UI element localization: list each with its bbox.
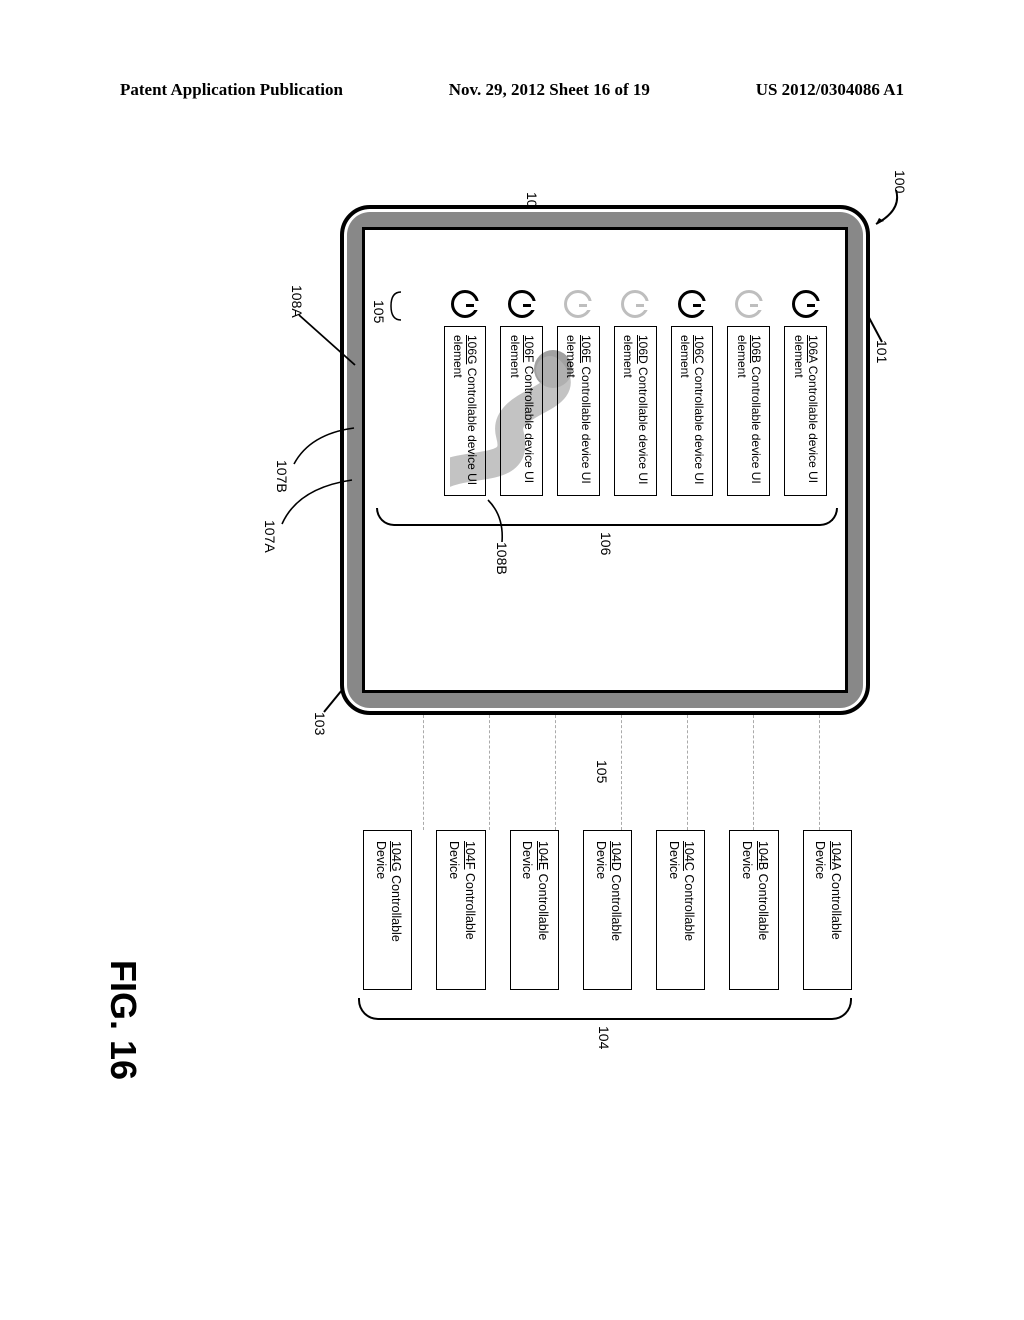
ui-element-box[interactable]: 106E Controllable device UI element <box>557 326 600 496</box>
power-icon[interactable] <box>451 290 479 318</box>
ui-element-box[interactable]: 106F Controllable device UI element <box>500 326 543 496</box>
ui-element-box[interactable]: 106B Controllable device UI element <box>727 326 770 496</box>
ui-element-box[interactable]: 106A Controllable device UI element <box>784 326 827 496</box>
callout-105-inside: 105 <box>371 292 387 315</box>
brace-104 <box>358 998 852 1020</box>
callout-100: 100 <box>892 170 908 193</box>
device-box: 104D Controllable Device <box>583 830 632 990</box>
device-ref: 104A <box>829 841 843 870</box>
power-icon[interactable] <box>735 290 763 318</box>
ui-element-ref: 106G <box>465 335 479 364</box>
ui-element-row[interactable]: 106A Controllable device UI element <box>784 290 827 540</box>
header-left: Patent Application Publication <box>120 80 343 100</box>
callout-108B: 108B <box>494 542 510 575</box>
callout-107A: 107A <box>262 520 278 553</box>
callout-105-links: 105 <box>594 760 610 783</box>
header-center: Nov. 29, 2012 Sheet 16 of 19 <box>449 80 650 100</box>
ui-element-ref: 106F <box>522 335 536 362</box>
ui-element-row[interactable]: 106B Controllable device UI element <box>727 290 770 540</box>
callout-108A: 108A <box>289 285 305 318</box>
ui-element-box[interactable]: 106C Controllable device UI element <box>671 326 714 496</box>
device-ref: 104E <box>536 841 550 870</box>
power-icon[interactable] <box>792 290 820 318</box>
figure-16: 100 102 101 103 <box>0 170 910 970</box>
ui-element-ref: 106D <box>636 335 650 364</box>
device-box: 104B Controllable Device <box>730 830 779 990</box>
ui-element-box[interactable]: 106D Controllable device UI element <box>614 326 657 496</box>
device-ref: 104D <box>609 841 623 871</box>
callout-104: 104 <box>596 1026 612 1049</box>
device-box: 104E Controllable Device <box>510 830 559 990</box>
device-box: 104A Controllable Device <box>803 830 852 990</box>
brace-106 <box>376 508 838 526</box>
figure-label: FIG. 16 <box>102 960 144 1080</box>
header-right: US 2012/0304086 A1 <box>756 80 904 100</box>
device-ref: 104C <box>683 841 697 871</box>
callout-101: 101 <box>874 340 890 363</box>
device-ref: 104F <box>463 841 477 870</box>
ui-element-ref: 106E <box>579 335 593 363</box>
power-icon[interactable] <box>621 290 649 318</box>
power-icon[interactable] <box>508 290 536 318</box>
ui-element-ref: 106B <box>749 335 763 363</box>
device-box: 104G Controllable Device <box>363 830 412 990</box>
device-box: 104C Controllable Device <box>656 830 705 990</box>
callout-106: 106 <box>598 532 614 555</box>
ui-element-ref: 106A <box>806 335 820 362</box>
device-ref: 104G <box>390 841 404 872</box>
tablet-screen[interactable]: 106A Controllable device UI element 106B … <box>362 227 848 693</box>
ui-element-row[interactable]: 106C Controllable device UI element <box>671 290 714 540</box>
power-icon[interactable] <box>564 290 592 318</box>
ui-element-row[interactable]: 106D Controllable device UI element <box>614 290 657 540</box>
device-ref: 104B <box>756 841 770 870</box>
ui-element-ref: 106C <box>692 335 706 364</box>
callout-103: 103 <box>312 712 328 735</box>
ui-element-row[interactable]: 106E Controllable device UI element <box>557 290 600 540</box>
device-box: 104F Controllable Device <box>437 830 486 990</box>
power-icon[interactable] <box>678 290 706 318</box>
ui-element-box[interactable]: 106G Controllable device UI element <box>444 326 487 496</box>
tablet-device: 106A Controllable device UI element 106B … <box>340 205 870 715</box>
